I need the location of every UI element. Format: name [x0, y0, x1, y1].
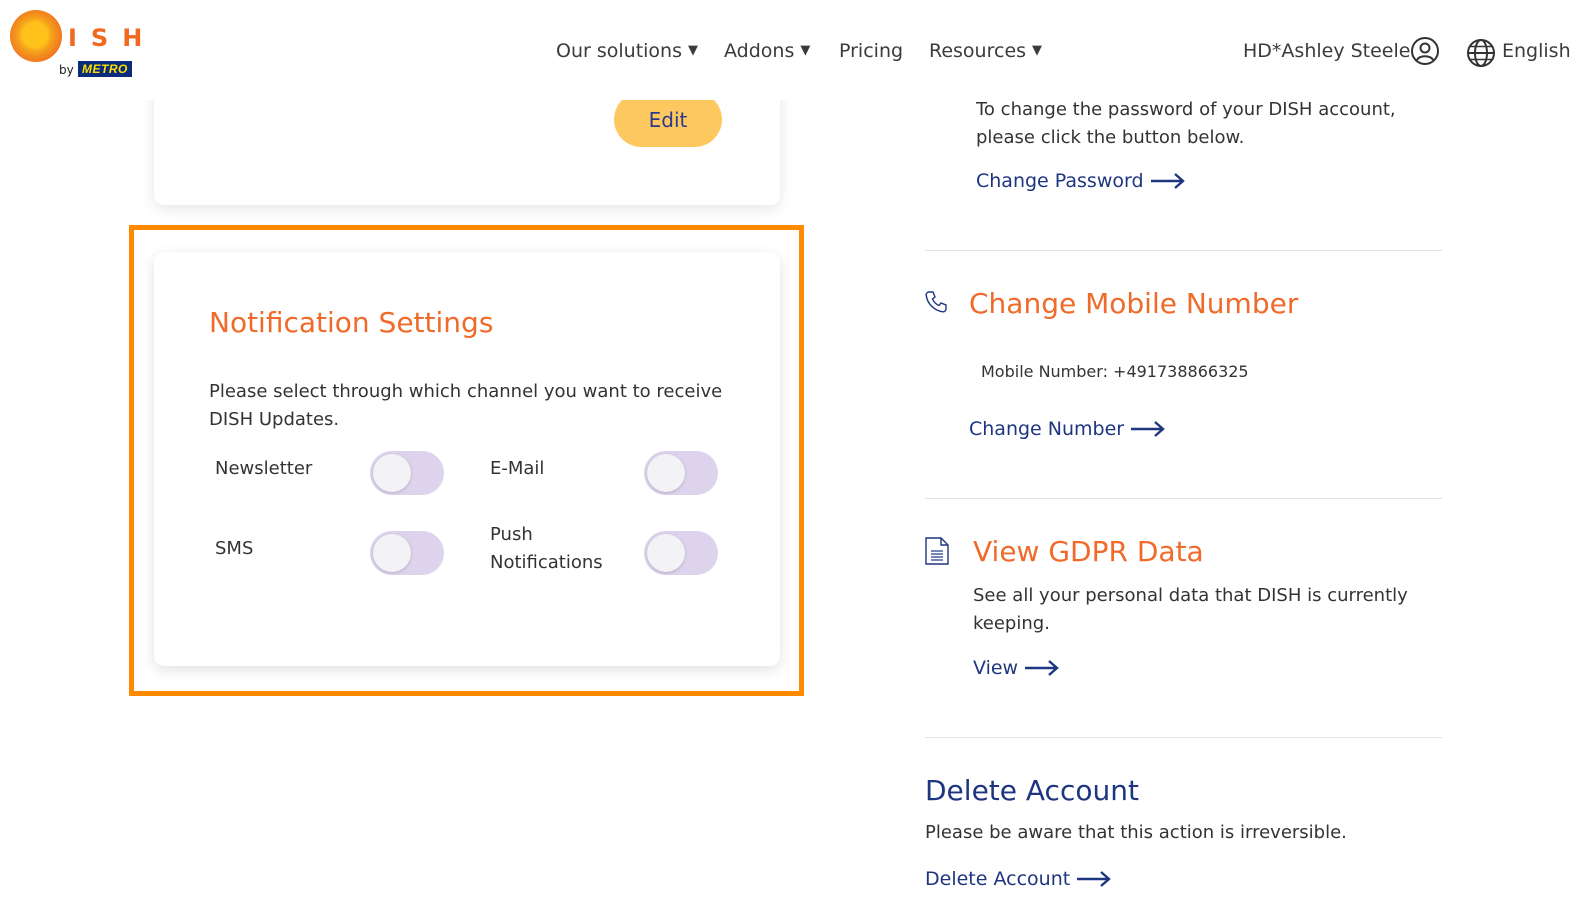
nav-addons-label: Addons	[724, 40, 795, 62]
arrow-right-icon	[1150, 173, 1185, 189]
nav-resources-label: Resources	[929, 40, 1027, 62]
arrow-right-icon	[1077, 871, 1112, 887]
toggle-knob	[647, 454, 685, 492]
gdpr-title: View GDPR Data	[973, 535, 1204, 568]
toggle-knob	[373, 534, 411, 572]
notification-settings-description: Please select through which channel you …	[209, 381, 723, 430]
language-selector[interactable]: English	[1502, 40, 1571, 62]
change-password-link[interactable]: Change Password	[976, 170, 1186, 192]
edit-button[interactable]: Edit	[614, 92, 722, 147]
newsletter-toggle[interactable]	[370, 451, 444, 495]
nav-resources[interactable]: Resources ▼	[929, 40, 1042, 62]
change-password-text: To change the password of your DISH acco…	[976, 99, 1396, 148]
logo-by: by	[59, 63, 74, 77]
sms-label: SMS	[215, 538, 254, 559]
chevron-down-icon: ▼	[1032, 43, 1043, 58]
gdpr-description: See all your personal data that DISH is …	[973, 585, 1408, 634]
delete-account-warning: Please be aware that this action is irre…	[925, 822, 1347, 843]
delete-account-title: Delete Account	[925, 774, 1139, 807]
arrow-right-icon	[1131, 421, 1165, 437]
document-icon	[925, 537, 949, 565]
view-gdpr-link-label: View	[973, 657, 1019, 679]
phone-icon	[925, 291, 947, 313]
push-notifications-toggle[interactable]	[644, 531, 718, 575]
nav-pricing-label: Pricing	[839, 40, 904, 62]
newsletter-label: Newsletter	[215, 458, 313, 479]
notification-settings-title: Notification Settings	[209, 306, 494, 339]
arrow-right-icon	[1025, 660, 1059, 676]
sms-toggle[interactable]	[370, 531, 444, 575]
chevron-down-icon: ▼	[800, 43, 811, 58]
email-toggle[interactable]	[644, 451, 718, 495]
view-gdpr-link[interactable]: View	[973, 657, 1060, 679]
change-number-link-label: Change Number	[969, 418, 1125, 440]
logo-letters: ISH	[68, 24, 157, 52]
dish-logo[interactable]: ISH by METRO	[8, 6, 158, 84]
nav-pricing[interactable]: Pricing	[839, 40, 903, 62]
sun-logo-icon	[8, 8, 64, 64]
nav-addons[interactable]: Addons ▼	[724, 40, 810, 62]
change-mobile-title: Change Mobile Number	[969, 287, 1299, 320]
user-account-icon[interactable]	[1410, 36, 1440, 66]
user-name[interactable]: HD*Ashley Steele	[1243, 40, 1410, 62]
change-password-link-label: Change Password	[976, 170, 1144, 192]
push-notifications-label: Push Notifications	[490, 524, 603, 573]
section-divider	[925, 737, 1442, 738]
change-number-link[interactable]: Change Number	[969, 418, 1166, 440]
metro-badge: METRO	[78, 61, 132, 77]
delete-account-link-label: Delete Account	[925, 868, 1071, 890]
nav-our-solutions[interactable]: Our solutions ▼	[556, 40, 698, 62]
email-label: E-Mail	[490, 458, 545, 479]
section-divider	[925, 250, 1442, 251]
section-divider	[925, 498, 1442, 499]
mobile-number-value: Mobile Number: +491738866325	[981, 362, 1249, 381]
top-header: ISH by METRO Our solutions ▼ Addons ▼ Pric…	[0, 0, 1583, 100]
delete-account-link[interactable]: Delete Account	[925, 868, 1112, 890]
globe-icon[interactable]	[1466, 38, 1496, 68]
toggle-knob	[373, 454, 411, 492]
nav-our-solutions-label: Our solutions	[556, 40, 682, 62]
chevron-down-icon: ▼	[688, 43, 698, 58]
toggle-knob	[647, 534, 685, 572]
